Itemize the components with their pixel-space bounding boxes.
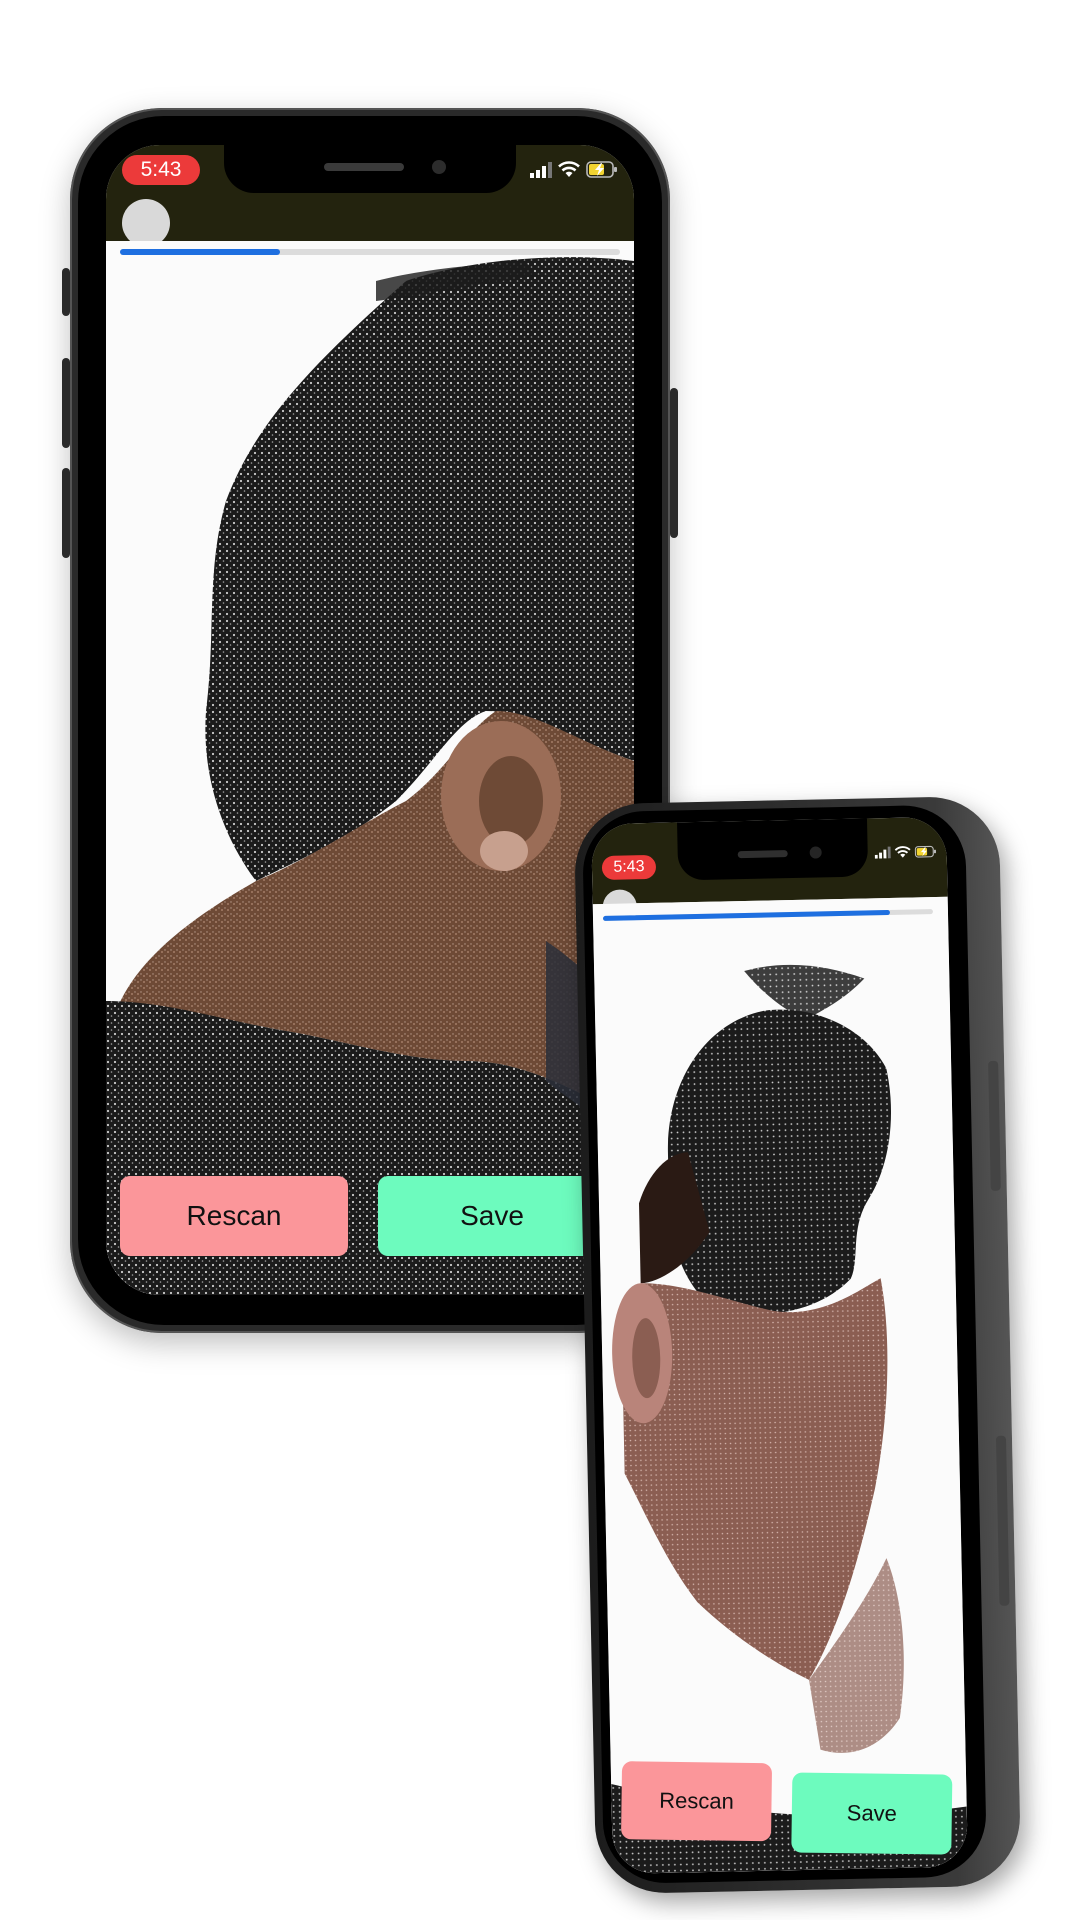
mute-switch bbox=[62, 268, 70, 316]
battery-charging-icon bbox=[586, 161, 617, 178]
side-button bbox=[995, 1435, 1010, 1606]
front-camera bbox=[809, 846, 822, 859]
signal-bars-icon bbox=[530, 161, 552, 178]
avatar[interactable] bbox=[122, 199, 170, 247]
volume-down-button bbox=[62, 468, 70, 558]
wifi-icon bbox=[894, 846, 911, 858]
status-time: 5:43 bbox=[122, 155, 200, 185]
wifi-icon bbox=[558, 161, 580, 177]
system-icons bbox=[530, 161, 618, 178]
scan-progress-fill bbox=[120, 249, 280, 255]
phone-front-screen: 5:43 Rescan Save bbox=[106, 145, 634, 1295]
power-button bbox=[670, 388, 678, 538]
point-cloud-head-front bbox=[611, 964, 968, 1874]
volume-up-button bbox=[62, 358, 70, 448]
rescan-button[interactable]: Rescan bbox=[620, 1761, 773, 1842]
point-cloud-viewport[interactable] bbox=[106, 241, 634, 1295]
rescan-button[interactable]: Rescan bbox=[120, 1176, 348, 1256]
speaker-grille bbox=[324, 163, 404, 171]
save-button[interactable]: Save bbox=[791, 1772, 953, 1855]
front-camera bbox=[432, 160, 446, 174]
scan-progress-bar bbox=[120, 249, 620, 255]
point-cloud-head-side bbox=[106, 257, 634, 1295]
battery-charging-icon bbox=[914, 845, 937, 858]
phone-back: 5:43 Rescan Save bbox=[573, 795, 1022, 1895]
status-time: 5:43 bbox=[601, 854, 657, 880]
status-bar: 5:43 bbox=[106, 145, 634, 247]
point-cloud-viewport[interactable] bbox=[592, 896, 968, 1874]
signal-bars-icon bbox=[874, 846, 891, 859]
phone-back-screen: 5:43 Rescan Save bbox=[591, 816, 968, 1874]
speaker-grille bbox=[737, 850, 788, 859]
power-button bbox=[988, 1060, 1001, 1191]
status-bar: 5:43 bbox=[591, 816, 948, 924]
notch bbox=[677, 818, 869, 881]
system-icons bbox=[874, 845, 937, 859]
notch bbox=[224, 145, 516, 193]
mockup-stage: 5:43 Rescan Save 5:43 Rescan Save bbox=[0, 0, 1080, 1920]
save-button[interactable]: Save bbox=[378, 1176, 606, 1256]
